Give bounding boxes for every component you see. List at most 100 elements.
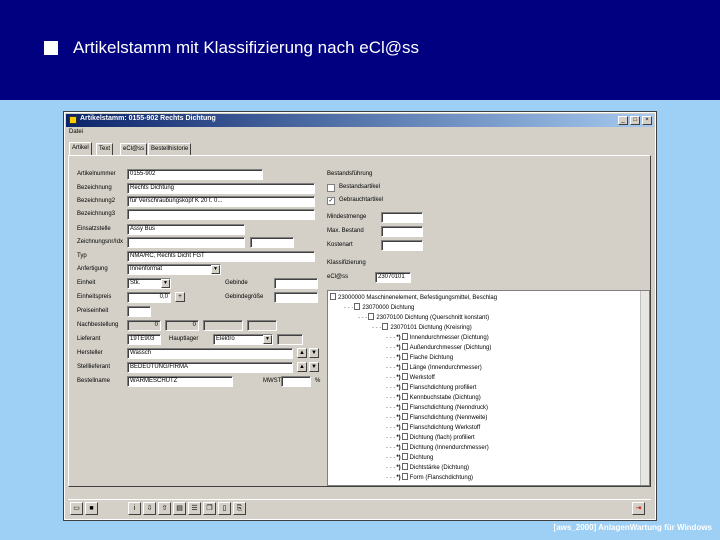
tree-node[interactable]: - - -*) Innendurchmesser (Dichtung) [386,333,489,342]
label-hersteller: Hersteller [77,350,103,356]
save-icon[interactable]: ■ [85,502,98,515]
label-preiseinheit: Preiseinheit [77,308,109,314]
bezeichnung3-field[interactable] [127,209,315,220]
app-icon [69,116,77,124]
nachbestellung-field-2[interactable]: 0 [165,320,199,331]
tree-node[interactable]: - - -*) Kennbuchstabe (Dichtung) [386,393,481,402]
attach-icon[interactable]: ⎘ [233,502,246,515]
tree-scrollbar[interactable] [640,291,649,485]
menu-item-datei[interactable]: Datei [69,129,83,135]
close-icon[interactable]: × [642,116,652,125]
tree-node[interactable]: - - -*) Flache Dichtung [386,353,453,362]
tree-node[interactable]: - - -*) Dichtung [386,453,433,462]
tree-node-label: Dichtung (Innendurchmesser) [409,445,489,451]
typ-field[interactable]: NMA/RC, Rechts Dicht FGT [127,251,315,262]
chevron-down-icon[interactable]: ▼ [161,279,170,288]
nachbestellung-field-3[interactable] [203,320,243,331]
chevron-down-icon[interactable]: ▼ [211,265,220,274]
nachbestellung-field[interactable]: 0 [127,320,161,331]
tree-node[interactable]: - - -*) Dichtung (Innendurchmesser) [386,443,489,452]
tree-node-label: 23070000 Dichtung [362,305,415,311]
list-icon[interactable]: ☰ [188,502,201,515]
anfertigung-select[interactable]: Innenformat ▼ [127,264,221,275]
nachbestellung-field-4[interactable] [247,320,277,331]
lieferant-value: 19TE903 [130,336,155,342]
stelllieferant-up-button[interactable]: ▲ [297,362,307,372]
tree-node[interactable]: - - -*) Flanschdichtung Werkstoff [386,423,480,432]
lieferant-extra-field[interactable] [277,334,303,345]
einheitspreis-field[interactable]: 0,0 [127,292,171,303]
zeichnungsidx-field[interactable] [250,237,294,248]
tree-node[interactable]: - - - 23070101 Dichtung (Kreisring) [372,323,472,332]
hauptlager-select[interactable]: Elektro ▼ [213,334,273,345]
print-icon[interactable]: ▤ [173,502,186,515]
tree-node[interactable]: - - -*) Werkstoff [386,373,435,382]
document-icon [401,383,408,390]
label-bezeichnung2: Bezeichnung2 [77,198,116,204]
gebrauchtartikel-checkbox[interactable]: ✓ [327,197,335,205]
tree-node[interactable]: - - -*) Flanschdichtung (Nennweite) [386,413,487,422]
hersteller-up-button[interactable]: ▲ [297,348,307,358]
window-titlebar[interactable]: Artikelstamm: 0155-902 Rechts Dichtung _… [66,114,654,127]
tree-connector: - - - [372,325,382,331]
tree-node-label: Dichtstärke (Dichtung) [409,465,470,471]
lieferant-select[interactable]: 19TE903 [127,334,161,345]
tree-node[interactable]: - - -*) Außendurchmesser (Dichtung) [386,343,491,352]
bestellname-field[interactable]: WÄRMESCHUTZ [127,376,233,387]
tab-artikel[interactable]: Artikel [69,142,92,155]
tree-node[interactable]: - - -*) Flanschdichtung profiliert [386,383,476,392]
export-icon[interactable]: ⇧ [158,502,171,515]
zeichnungsnr-field[interactable] [127,237,245,248]
tree-node[interactable]: - - -*) Dichtung (flach) profiliert [386,433,475,442]
gebindegroesse-field[interactable] [274,292,318,303]
tree-connector: - - - [344,305,354,311]
einheitspreis-calc-button[interactable]: + [175,292,185,302]
info-icon[interactable]: i [128,502,141,515]
anfertigung-value: Innenformat [130,266,163,272]
tree-node[interactable]: - - -*) Länge (Innendurchmesser) [386,363,482,372]
exit-icon[interactable]: ⇥ [632,502,645,515]
maximize-icon[interactable]: □ [630,116,640,125]
tree-node[interactable]: - - -*) Dichtstärke (Dichtung) [386,463,469,472]
folder-icon [330,293,336,300]
einsatzstelle-field[interactable]: Assy Bus [127,224,245,235]
tree-node[interactable]: - - -*) Flanschdichtung (Nenndruck) [386,403,488,412]
tab-text[interactable]: Text [96,143,114,155]
max-bestand-field[interactable] [381,226,423,237]
stelllieferant-down-button[interactable]: ▼ [309,362,319,372]
slide-header: Artikelstamm mit Klassifizierung nach eC… [0,0,720,100]
artikelnummer-field[interactable]: 0155-902 [127,169,263,180]
document-icon [401,473,408,480]
tab-eclass[interactable]: eCl@ss [120,143,148,155]
gebinde-field[interactable] [274,278,318,289]
label-kostenart: Kostenart [327,242,353,248]
tree-node[interactable]: - - -*) Form (Flanschdichtung) [386,473,473,482]
minimize-icon[interactable]: _ [618,116,628,125]
document-icon[interactable]: ▯ [218,502,231,515]
percent-sign: % [315,378,321,384]
mwst-field[interactable] [281,376,311,387]
bezeichnung-field[interactable]: Rechts Dichtung [127,183,315,194]
tree-node[interactable]: - - - 23070100 Dichtung (Querschnitt kons… [358,313,489,322]
new-record-icon[interactable]: ▭ [70,502,83,515]
hersteller-down-button[interactable]: ▼ [309,348,319,358]
chevron-down-icon[interactable]: ▼ [263,335,272,344]
mindestmenge-field[interactable] [381,212,423,223]
eclass-tree[interactable]: 23000000 Maschinenelement, Befestigungsm… [327,290,650,486]
tree-node-label: Außendurchmesser (Dichtung) [409,345,492,351]
tab-bestellhistorie[interactable]: Bestellhistorie [148,143,192,155]
document-icon [401,393,408,400]
import-icon[interactable]: ⇩ [143,502,156,515]
stelllieferant-field[interactable]: BEDEUTUNG/FIRMA [127,362,293,373]
kostenart-field[interactable] [381,240,423,251]
preiseinheit-field[interactable] [127,306,151,317]
bestandsartikel-checkbox[interactable] [327,184,335,192]
bezeichnung2-field[interactable]: für Verschraubungskopf K 20 t. 0... [127,196,315,207]
hersteller-field[interactable]: Wassch [127,348,293,359]
tree-node[interactable]: 23000000 Maschinenelement, Befestigungsm… [330,293,497,302]
eclass-code-field[interactable]: 23070101 [375,272,411,283]
einheit-select[interactable]: Stk. ▼ [127,278,171,289]
tree-node-marker: *) [396,435,401,441]
tree-node[interactable]: - - - 23070000 Dichtung [344,303,414,312]
copy-icon[interactable]: ❐ [203,502,216,515]
